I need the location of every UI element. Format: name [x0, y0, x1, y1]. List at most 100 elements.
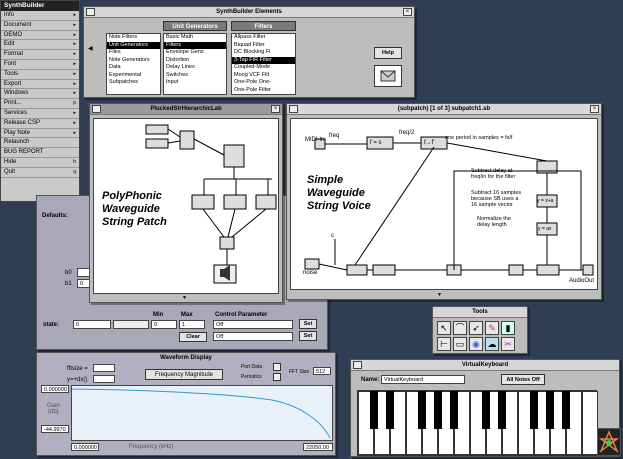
list-item[interactable]: Biquad Filter	[232, 42, 295, 50]
menu-item-info[interactable]: Info ▸	[1, 11, 79, 21]
list-item[interactable]: One-Pole One-	[232, 79, 295, 87]
one-period-label: one period in samples = fs/f	[445, 135, 513, 141]
list-item[interactable]: One-Pole Filter	[232, 87, 295, 95]
list-item[interactable]: Note Generators	[107, 57, 160, 65]
menu-item-font[interactable]: Font ▸	[1, 60, 79, 70]
select-arrow-icon[interactable]: ↖	[437, 321, 451, 335]
menu-item-hide[interactable]: Hide h	[1, 158, 79, 168]
set-button-2[interactable]: Set	[299, 331, 317, 341]
list-item[interactable]: Delay Lines	[164, 64, 226, 72]
color-icon[interactable]: ▮	[501, 321, 515, 335]
menu-item-play-note[interactable]: Play Note ▸	[1, 129, 79, 139]
list-item[interactable]: Experimental	[107, 72, 160, 80]
miniaturize-button[interactable]	[289, 105, 298, 113]
fft-size-field[interactable]: 512	[313, 367, 331, 375]
submenu-arrow-icon: ▸	[73, 129, 76, 136]
list-item[interactable]: 3-Tap FIR Filter	[232, 56, 295, 64]
white-key[interactable]	[582, 391, 598, 455]
help-button[interactable]: Help	[374, 47, 402, 59]
black-key[interactable]	[546, 391, 554, 429]
max-field[interactable]: 1	[179, 320, 205, 329]
periodics-stepper[interactable]	[273, 373, 281, 381]
close-button[interactable]: ×	[590, 105, 599, 113]
list-item[interactable]: Distortion	[164, 57, 226, 65]
all-notes-off-button[interactable]: All Notes Off	[501, 374, 545, 385]
menu-item-label: BUG REPORT	[4, 149, 44, 156]
menu-item-print[interactable]: Print... p	[1, 99, 79, 109]
elements-list-filters[interactable]: Allpass Filter Biquad Filter DC Blocking F…	[231, 33, 296, 95]
fftsize-field[interactable]	[93, 364, 115, 372]
close-button[interactable]: ×	[403, 8, 412, 16]
miniaturize-button[interactable]	[86, 8, 95, 16]
black-key[interactable]	[482, 391, 490, 429]
state-field[interactable]: 0	[73, 320, 111, 329]
elements-list-categories[interactable]: Note Filters Unit Generators Files Note Gen…	[106, 33, 161, 95]
list-item[interactable]: Envelope Gens	[164, 49, 226, 57]
menu-item-quit[interactable]: Quit q	[1, 168, 79, 178]
menu-item-relaunch[interactable]: Relaunch	[1, 138, 79, 149]
list-item[interactable]: Switches	[164, 72, 226, 80]
close-button[interactable]: ×	[271, 105, 280, 113]
miniaturize-button[interactable]	[353, 361, 362, 369]
name-field[interactable]: VirtualKeyboard	[381, 375, 465, 384]
black-key[interactable]	[530, 391, 538, 429]
palette-icon[interactable]: ◉	[469, 337, 483, 351]
list-item[interactable]: Coupled-Mode	[232, 64, 295, 72]
black-key[interactable]	[370, 391, 378, 429]
menu-item-edit[interactable]: Edit ▸	[1, 40, 79, 51]
list-item[interactable]: Data	[107, 64, 160, 72]
keyboard-icon[interactable]: ▭	[453, 337, 467, 351]
menu-item-document[interactable]: Document ▸	[1, 21, 79, 31]
list-item[interactable]: Subpatches	[107, 79, 160, 87]
curve-icon[interactable]: ⌒	[453, 321, 467, 335]
control-param-field-2[interactable]: Off	[213, 332, 293, 341]
scroll-left-icon[interactable]: ◀	[88, 45, 93, 52]
control-param-field-1[interactable]: Off	[213, 320, 293, 329]
miniaturize-button[interactable]	[92, 105, 101, 113]
list-item[interactable]: Basic Math	[164, 34, 226, 42]
black-key[interactable]	[386, 391, 394, 429]
menu-item-bug-report[interactable]: BUG REPORT	[1, 148, 79, 158]
black-key[interactable]	[562, 391, 570, 429]
min-field[interactable]: 0	[151, 320, 177, 329]
scroll-down-icon[interactable]: ▼	[437, 292, 442, 298]
list-item[interactable]: Note Filters	[107, 34, 160, 42]
scissors-icon[interactable]: ✂	[501, 337, 515, 351]
fx4-label: y = ax	[538, 226, 552, 232]
control-param-label: Control Parameter	[215, 312, 268, 318]
menu-item-label: Services	[4, 109, 28, 116]
menu-item-release-csp[interactable]: Release CSP ▸	[1, 119, 79, 129]
list-item[interactable]: Filters	[164, 41, 226, 49]
list-item[interactable]: Input	[164, 79, 226, 87]
elements-list-unitgens[interactable]: Basic Math Filters Envelope Gens Distortion…	[163, 33, 227, 95]
set-button-1[interactable]: Set	[299, 319, 317, 329]
waveform-popup[interactable]: Frequency Magnitude	[145, 369, 223, 380]
list-item[interactable]: Moog VCF Filt	[232, 72, 295, 80]
menu-item-windows[interactable]: Windows ▸	[1, 89, 79, 100]
elements-titlebar: SynthBuilder Elements	[84, 7, 414, 18]
list-item[interactable]: Unit Generators	[107, 41, 160, 49]
menu-item-export[interactable]: Export ▸	[1, 80, 79, 90]
scroll-down-icon[interactable]: ▼	[182, 295, 187, 301]
black-key[interactable]	[498, 391, 506, 429]
black-key[interactable]	[450, 391, 458, 429]
black-key[interactable]	[418, 391, 426, 429]
portdata-stepper[interactable]	[273, 363, 281, 371]
state-slider[interactable]	[113, 320, 149, 329]
yref-field[interactable]	[93, 375, 115, 383]
menu-item-format[interactable]: Format ▸	[1, 50, 79, 60]
list-item[interactable]: DC Blocking Fi	[232, 49, 295, 57]
clear-button[interactable]: Clear	[179, 332, 207, 342]
piano-keys[interactable]	[357, 390, 598, 456]
menu-item-services[interactable]: Services ▸	[1, 109, 79, 119]
line-icon[interactable]: ⊢	[437, 337, 451, 351]
connect-icon[interactable]: ✎	[485, 321, 499, 335]
pointer-icon[interactable]: ➶	[469, 321, 483, 335]
black-key[interactable]	[434, 391, 442, 429]
menu-item-tools[interactable]: Tools ▸	[1, 70, 79, 80]
list-item[interactable]: Allpass Filter	[232, 34, 295, 42]
menu-item-demo[interactable]: DEMO ▸	[1, 31, 79, 41]
submenu-arrow-icon: ▸	[73, 80, 76, 87]
list-item[interactable]: Files	[107, 49, 160, 57]
cloud-icon[interactable]: ☁	[485, 337, 499, 351]
